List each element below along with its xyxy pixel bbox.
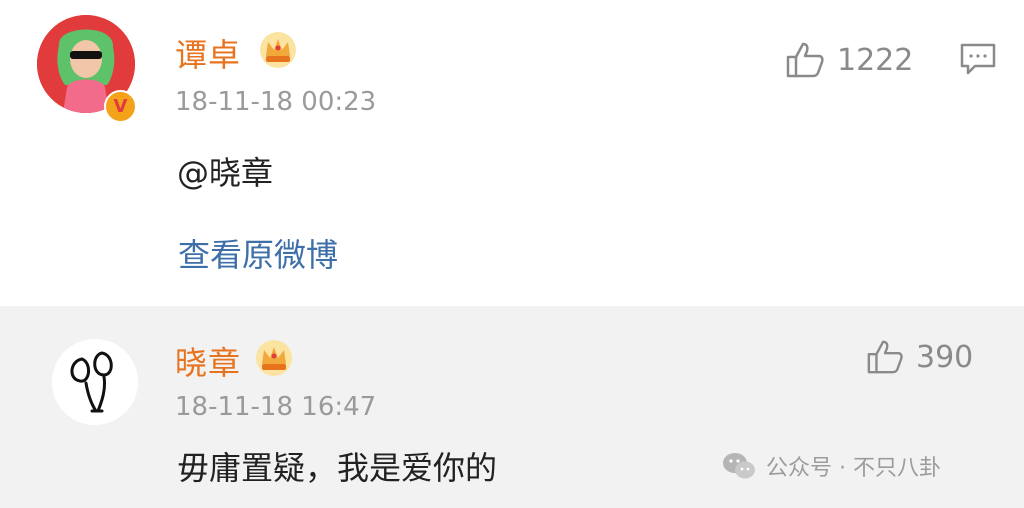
reply-button[interactable] [959, 42, 997, 80]
weibo-comment-thread: V 谭卓 18-11-18 00:23 @晓章 查看原微博 1222 晓章 18… [0, 0, 1024, 508]
like-count: 1222 [837, 42, 914, 78]
comment-text[interactable]: @晓章 [177, 148, 273, 194]
watermark-text: 公众号 · 不只八卦 [766, 456, 941, 481]
comment-card: V 谭卓 18-11-18 00:23 @晓章 查看原微博 1222 [0, 0, 1024, 306]
comment-text[interactable]: 毋庸置疑，我是爱你的 [177, 443, 497, 489]
view-original-link[interactable]: 查看原微博 [178, 230, 338, 276]
verified-badge: V [104, 90, 137, 123]
timestamp: 18-11-18 16:47 [175, 392, 377, 422]
like-button[interactable]: 1222 [785, 40, 913, 80]
comment-icon [960, 43, 996, 75]
crown-icon [258, 30, 298, 70]
avatar[interactable] [52, 339, 138, 425]
thumbs-up-icon [867, 340, 903, 374]
watermark: 公众号 · 不只八卦 [722, 450, 941, 482]
thumbs-up-icon [786, 42, 824, 78]
crown-icon [254, 338, 294, 378]
timestamp: 18-11-18 00:23 [175, 87, 377, 117]
like-button[interactable]: 390 [866, 338, 973, 376]
like-count: 390 [916, 339, 974, 375]
wechat-icon [723, 453, 755, 479]
username[interactable]: 谭卓 [175, 30, 241, 76]
username[interactable]: 晓章 [175, 338, 241, 384]
